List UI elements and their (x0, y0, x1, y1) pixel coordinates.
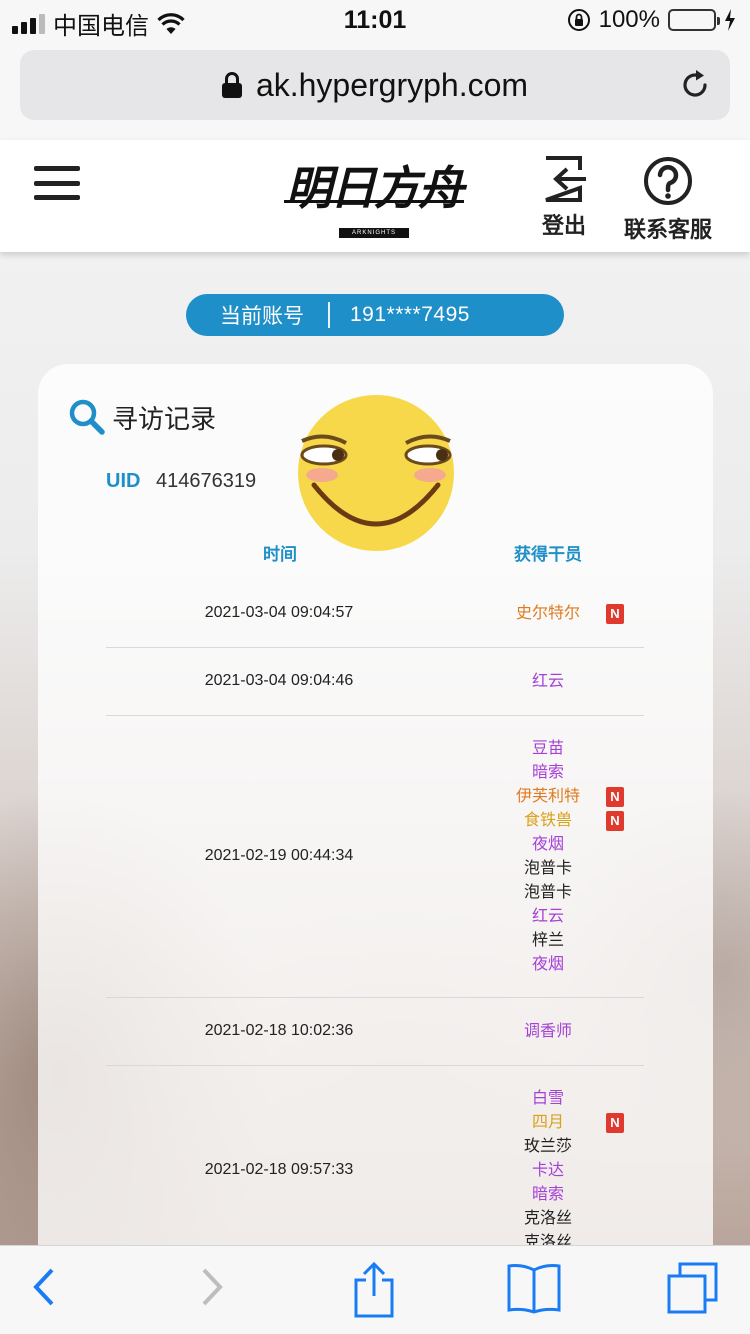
tabs-icon[interactable] (666, 1262, 720, 1316)
record-row: 2021-02-18 10:02:36 调香师 (106, 998, 644, 1066)
record-operators: 红云 (458, 670, 638, 694)
operator-name: 夜烟 (531, 956, 564, 973)
account-value: 191****7495 (350, 303, 470, 326)
operator-name: 梓兰 (531, 932, 564, 949)
record-row: 2021-03-04 09:04:57 史尔特尔 N (106, 580, 644, 648)
record-operators: 豆苗 暗索 伊芙利特 N 食铁兽 N 夜烟 泡普卡 泡普卡 红云 梓兰 夜烟 (458, 737, 638, 977)
logout-label: 登出 (541, 213, 586, 238)
record-operators: 白雪 四月 N 玫兰莎 卡达 暗索 克洛丝 克洛丝 (458, 1087, 638, 1255)
column-header-operator: 获得干员 (514, 545, 582, 564)
operator-entry: 调香师 (458, 1020, 638, 1044)
operator-entry: 暗索 (458, 761, 638, 785)
operator-entry: 泡普卡 (458, 857, 638, 881)
operator-name: 伊芙利特 (515, 788, 580, 805)
share-icon[interactable] (352, 1262, 396, 1318)
operator-entry: 泡普卡 (458, 881, 638, 905)
new-badge: N (606, 787, 624, 807)
operator-name: 豆苗 (531, 740, 564, 757)
hamburger-menu-icon[interactable] (34, 166, 80, 200)
bookmarks-icon[interactable] (506, 1262, 562, 1314)
operator-name: 暗索 (531, 764, 564, 781)
operator-entry: 史尔特尔 N (458, 602, 638, 626)
record-time: 2021-03-04 09:04:46 (204, 672, 354, 689)
card-title-text: 寻访记录 (112, 403, 217, 434)
operator-name: 食铁兽 (523, 812, 572, 829)
charging-icon (725, 9, 735, 31)
operator-entry: 四月 N (458, 1111, 638, 1135)
new-badge: N (606, 1113, 624, 1133)
operator-entry: 豆苗 (458, 737, 638, 761)
arknights-logo[interactable]: 明日方舟 ARKNIGHTS (284, 152, 464, 242)
operator-entry: 卡达 (458, 1159, 638, 1183)
account-separator (328, 302, 330, 328)
operator-name: 泡普卡 (523, 860, 572, 877)
record-row: 2021-02-19 00:44:34 豆苗 暗索 伊芙利特 N 食铁兽 N 夜烟 泡普卡 泡普卡… (106, 716, 644, 998)
record-operators: 史尔特尔 N (458, 602, 638, 626)
forward-icon[interactable] (196, 1262, 228, 1312)
operator-name: 卡达 (531, 1162, 564, 1179)
uid-value: 414676319 (156, 470, 257, 492)
operator-name: 史尔特尔 (515, 605, 580, 622)
operator-entry: 夜烟 (458, 833, 638, 857)
record-time: 2021-02-19 00:44:34 (204, 847, 354, 864)
operator-name: 调香师 (523, 1023, 572, 1040)
operator-name: 泡普卡 (523, 884, 572, 901)
operator-entry: 暗索 (458, 1183, 638, 1207)
record-table: 2021-03-04 09:04:57 史尔特尔 N 2021-03-04 09:04… (106, 580, 644, 1276)
logout-button[interactable]: 登出 (540, 156, 588, 240)
operator-entry: 白雪 (458, 1087, 638, 1111)
operator-name: 红云 (531, 908, 564, 925)
status-bar: 中国电信 11:01 100% (0, 0, 750, 40)
battery-percent: 100% (598, 6, 660, 33)
operator-entry: 红云 (458, 905, 638, 929)
url-text: ak.hypergryph.com (255, 66, 529, 103)
rotation-lock-icon (567, 9, 590, 31)
support-label: 联系客服 (624, 217, 713, 242)
record-time: 2021-02-18 10:02:36 (204, 1022, 354, 1039)
browser-toolbar (0, 1245, 750, 1334)
operator-name: 玫兰莎 (523, 1138, 572, 1155)
operator-entry: 玫兰莎 (458, 1135, 638, 1159)
operator-name: 克洛丝 (523, 1210, 572, 1227)
support-button[interactable]: 联系客服 (624, 156, 712, 244)
operator-entry: 伊芙利特 N (458, 785, 638, 809)
uid-label: UID (106, 470, 141, 492)
operator-entry: 克洛丝 (458, 1207, 638, 1231)
browser-address-area: ak.hypergryph.com (0, 40, 750, 140)
help-icon (644, 157, 692, 205)
back-icon[interactable] (28, 1262, 60, 1312)
logo-text: 明日方舟 (286, 161, 464, 215)
operator-name: 白雪 (531, 1090, 564, 1107)
address-bar[interactable]: ak.hypergryph.com (20, 50, 730, 120)
operator-entry: 食铁兽 N (458, 809, 638, 833)
card-title: 寻访记录 (68, 398, 216, 436)
operator-entry: 夜烟 (458, 953, 638, 977)
current-account-badge: 当前账号 191****7495 (186, 294, 564, 336)
record-time: 2021-02-18 09:57:33 (204, 1161, 354, 1178)
reload-icon[interactable] (678, 68, 712, 102)
search-icon (69, 399, 105, 435)
operator-name: 暗索 (531, 1186, 564, 1203)
smirk-emoji-sticker (298, 395, 454, 551)
record-row: 2021-03-04 09:04:46 红云 (106, 648, 644, 716)
new-badge: N (606, 811, 624, 831)
operator-entry: 红云 (458, 670, 638, 694)
operator-name: 夜烟 (531, 836, 564, 853)
battery-icon (668, 9, 720, 31)
new-badge: N (606, 604, 624, 624)
lock-icon (221, 72, 242, 98)
uid-row: UID 414676319 (106, 470, 256, 493)
logout-icon (545, 156, 586, 202)
operator-name: 四月 (531, 1114, 564, 1131)
account-label: 当前账号 (220, 305, 304, 328)
operator-entry: 梓兰 (458, 929, 638, 953)
logo-subtext: ARKNIGHTS (339, 228, 409, 238)
record-time: 2021-03-04 09:04:57 (204, 604, 354, 621)
operator-name: 红云 (531, 673, 564, 690)
record-operators: 调香师 (458, 1020, 638, 1044)
site-header: 明日方舟 ARKNIGHTS 登出 联系客服 (0, 140, 750, 252)
